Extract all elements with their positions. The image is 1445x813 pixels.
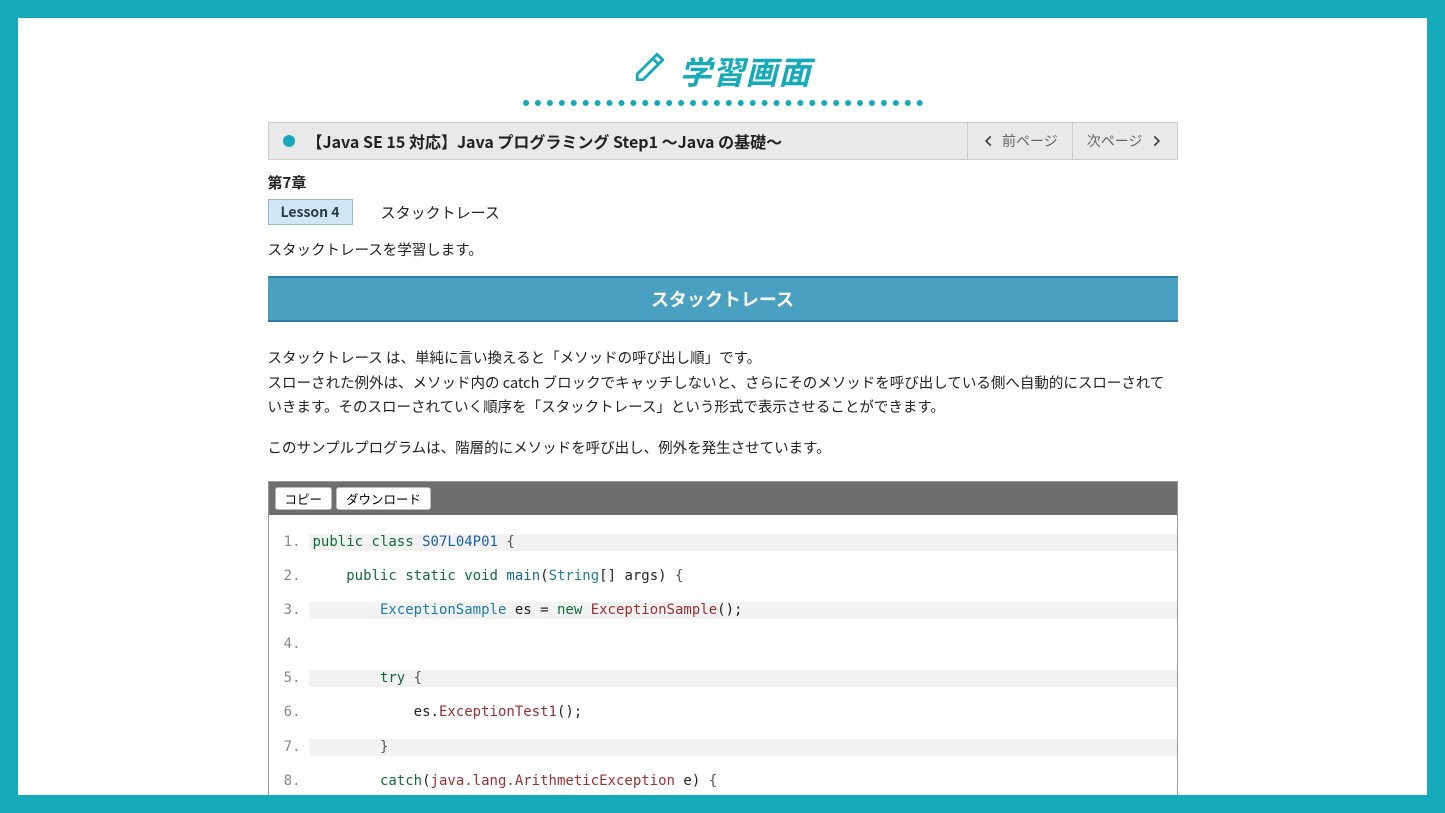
course-bar: 【Java SE 15 対応】Java プログラミング Step1 ～Java … (268, 122, 1178, 160)
lineno: 2. (269, 568, 309, 585)
page-frame: 学習画面 【Java SE 15 対応】Java プログラミング Step1 ～… (0, 0, 1445, 813)
code-line: catch(java.lang.ArithmeticException e) { (309, 773, 1177, 790)
download-button[interactable]: ダウンロード (336, 487, 431, 510)
lineno: 3. (269, 602, 309, 619)
paragraph-2: スローされた例外は、メソッド内の catch ブロックでキャッチしないと、さらに… (268, 371, 1178, 420)
lineno: 8. (269, 773, 309, 790)
code-container: コピー ダウンロード 1.public class S07L04P01 { 2.… (268, 481, 1178, 813)
prev-page-button[interactable]: 前ページ (967, 123, 1072, 159)
lesson-title: スタックトレース (381, 202, 500, 223)
bullet-icon (283, 135, 295, 147)
lineno: 4. (269, 636, 309, 653)
lesson-line: Lesson 4 スタックトレース (268, 199, 1178, 225)
code-toolbar: コピー ダウンロード (269, 482, 1177, 515)
code-line: ExceptionSample es = new ExceptionSample… (309, 602, 1177, 619)
code-line: public class S07L04P01 { (309, 534, 1177, 551)
pencil-icon (633, 48, 667, 94)
page-title-text: 学習画面 (679, 48, 811, 94)
lesson-badge: Lesson 4 (268, 199, 353, 225)
lesson-intro: スタックトレースを学習します。 (268, 239, 1178, 260)
copy-button[interactable]: コピー (275, 487, 333, 510)
code-listing: 1.public class S07L04P01 { 2. public sta… (269, 515, 1177, 813)
title-underline (523, 100, 923, 106)
code-line: es.ExceptionTest1(); (309, 704, 1177, 721)
code-line: e.printStackTrace(); (309, 807, 1177, 813)
paragraph-3: このサンプルプログラムは、階層的にメソッドを呼び出し、例外を発生させています。 (268, 436, 1178, 461)
lineno: 7. (269, 739, 309, 756)
body-paragraphs: スタックトレース は、単純に言い換えると「メソッドの呼び出し順」です。 スローさ… (268, 346, 1178, 461)
chapter-label: 第7章 (268, 172, 1178, 193)
lineno: 9. (269, 807, 309, 813)
course-title: 【Java SE 15 対応】Java プログラミング Step1 ～Java … (307, 129, 783, 153)
course-bar-left: 【Java SE 15 対応】Java プログラミング Step1 ～Java … (269, 123, 968, 159)
page-header: 学習画面 (18, 48, 1427, 106)
code-line: } (309, 739, 1177, 756)
lineno: 6. (269, 704, 309, 721)
lineno: 1. (269, 534, 309, 551)
prev-page-label: 前ページ (1002, 131, 1058, 151)
lineno: 5. (269, 670, 309, 687)
section-banner: スタックトレース (268, 276, 1178, 322)
content-area: 【Java SE 15 対応】Java プログラミング Step1 ～Java … (268, 122, 1178, 813)
next-page-label: 次ページ (1087, 131, 1143, 151)
next-page-button[interactable]: 次ページ (1072, 123, 1177, 159)
code-line: public static void main(String[] args) { (309, 568, 1177, 585)
paragraph-1: スタックトレース は、単純に言い換えると「メソッドの呼び出し順」です。 (268, 346, 1178, 371)
code-line (309, 636, 1177, 653)
code-line: try { (309, 670, 1177, 687)
